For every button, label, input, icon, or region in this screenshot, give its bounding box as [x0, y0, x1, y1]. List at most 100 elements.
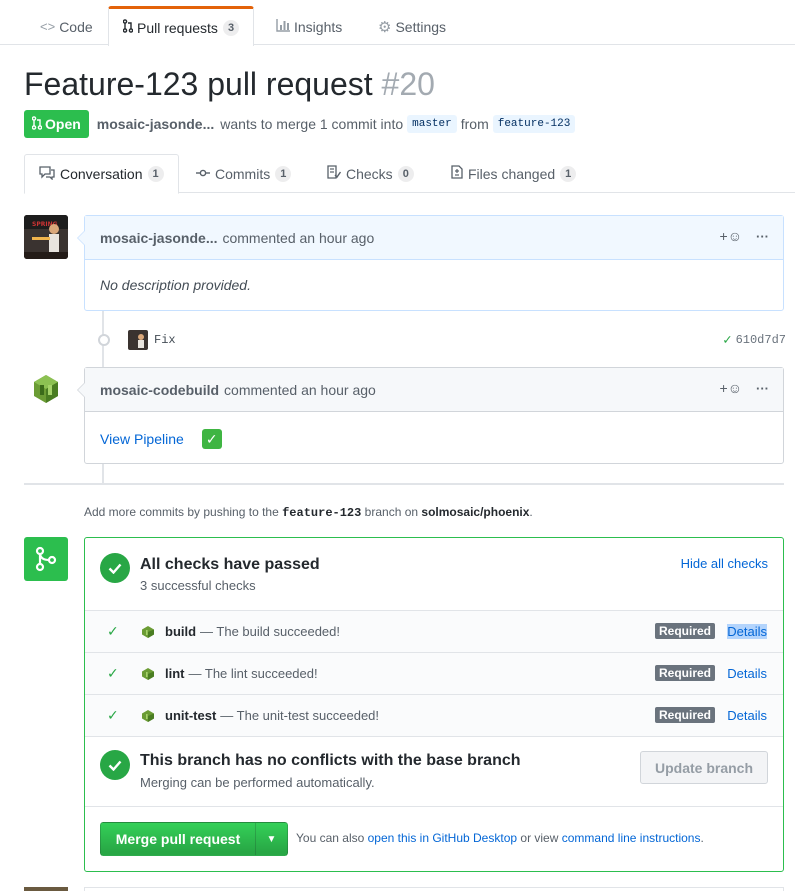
tab-insights[interactable]: Insights: [276, 8, 342, 45]
triangle-down-icon: ▼: [266, 833, 277, 845]
hint-text: .: [529, 505, 533, 519]
comment-actions: +☺ ···: [720, 380, 769, 396]
count-badge: 1: [560, 165, 577, 182]
comment-discussion-icon: [39, 165, 55, 183]
check-row: ✓ build — The build succeeded! Required …: [85, 610, 783, 652]
merge-pull-request-button[interactable]: Merge pull request: [100, 822, 255, 856]
pr-tab-nav: Conversation 1 Commits 1 Checks 0 Files …: [24, 154, 795, 194]
comment-author[interactable]: mosaic-jasonde...: [100, 230, 217, 246]
head-branch[interactable]: feature-123: [492, 115, 576, 133]
graph-icon: [276, 18, 290, 35]
check-row: ✓ unit-test — The unit-test succeeded! R…: [85, 694, 783, 736]
alt-text: You can also: [296, 831, 365, 845]
tab-label: Settings: [395, 18, 447, 35]
checks-title: All checks have passed: [140, 556, 320, 573]
tab-label: Insights: [294, 18, 343, 35]
comment-body: No description provided.: [100, 277, 251, 293]
comment-body: View Pipeline ✓: [85, 412, 783, 464]
add-reaction-icon[interactable]: +☺: [720, 228, 742, 244]
commit-row: Fix ✓ 610d7d7: [96, 328, 786, 352]
tab-label: Files changed: [468, 165, 556, 182]
commit-message[interactable]: Fix: [154, 333, 176, 347]
conflicts-title: This branch has no conflicts with the ba…: [140, 752, 521, 769]
push-hint: Add more commits by pushing to the featu…: [84, 505, 533, 520]
merge-text: wants to merge 1 commit into: [220, 116, 404, 132]
git-commit-icon: [98, 334, 110, 346]
codebuild-icon: [141, 625, 155, 639]
more-options-icon[interactable]: ···: [756, 381, 769, 396]
pr-number: #20: [381, 66, 435, 102]
update-branch-button[interactable]: Update branch: [640, 751, 768, 784]
git-merge-icon: [24, 537, 68, 581]
comment-box: mosaic-codebuild commented an hour ago +…: [77, 367, 784, 464]
sha-label: 610d7d7: [735, 333, 786, 347]
details-link[interactable]: Details: [727, 666, 767, 681]
status-badge: Open: [24, 110, 89, 138]
code-icon: <>: [40, 19, 56, 34]
tab-files-changed[interactable]: Files changed 1: [451, 154, 577, 193]
command-line-instructions-link[interactable]: command line instructions: [562, 831, 701, 845]
check-name: unit-test: [165, 708, 217, 723]
tab-code[interactable]: <> Code: [40, 8, 93, 45]
check-description: — The unit-test succeeded!: [220, 708, 380, 723]
comment-timestamp: commented an hour ago: [224, 381, 376, 398]
hide-checks-link[interactable]: Hide all checks: [681, 556, 768, 571]
codebuild-icon: [141, 709, 155, 723]
tab-settings[interactable]: ⚙ Settings: [378, 8, 446, 45]
pull-request-icon: [31, 115, 43, 133]
view-pipeline-link[interactable]: View Pipeline: [100, 431, 184, 447]
check-row: ✓ lint — The lint succeeded! Required De…: [85, 652, 783, 694]
check-description: — The lint succeeded!: [188, 666, 318, 681]
check-icon: ✓: [107, 623, 119, 639]
pr-title: Feature-123 pull request: [24, 66, 373, 102]
alternative-merge-text: You can also open this in GitHub Desktop…: [296, 831, 704, 845]
count-badge: 1: [147, 166, 164, 182]
merge-button-group: Merge pull request ▼: [100, 822, 288, 856]
tab-label: Checks: [346, 165, 393, 182]
check-mark-emoji: ✓: [201, 429, 222, 449]
comment-author[interactable]: mosaic-codebuild: [100, 382, 219, 398]
pr-count-badge: 3: [222, 19, 240, 36]
comment-header: mosaic-codebuild commented an hour ago +…: [85, 368, 783, 412]
merge-box: All checks have passed 3 successful chec…: [84, 537, 784, 872]
more-options-icon[interactable]: ···: [756, 229, 769, 244]
details-link[interactable]: Details: [727, 624, 767, 639]
check-icon: ✓: [723, 332, 732, 349]
codebuild-icon: [141, 667, 155, 681]
timeline-line: [102, 464, 104, 483]
check-circle-icon: [100, 553, 130, 583]
tab-conversation[interactable]: Conversation 1: [24, 154, 179, 194]
avatar[interactable]: SPRING: [24, 215, 68, 259]
commit-sha[interactable]: ✓ 610d7d7: [723, 332, 786, 349]
codebuild-avatar[interactable]: [24, 367, 68, 411]
open-github-desktop-link[interactable]: open this in GitHub Desktop: [368, 831, 517, 845]
git-commit-icon: [196, 166, 210, 181]
check-name: build: [165, 624, 197, 639]
check-name: lint: [165, 666, 185, 681]
checks-subtitle: 3 successful checks: [140, 578, 256, 593]
checklist-icon: [327, 165, 342, 182]
hint-repo: solmosaic/phoenix: [421, 505, 530, 519]
required-badge: Required: [654, 623, 715, 639]
details-link[interactable]: Details: [727, 708, 767, 723]
check-circle-icon: [100, 750, 130, 780]
tab-pull-requests[interactable]: Pull requests 3: [108, 6, 255, 46]
comment-box: mosaic-jasonde... commented an hour ago …: [77, 215, 784, 311]
add-reaction-icon[interactable]: +☺: [720, 380, 742, 396]
comment-box: [84, 887, 784, 891]
avatar[interactable]: [128, 330, 148, 350]
base-branch[interactable]: master: [407, 115, 457, 133]
hint-branch: feature-123: [282, 506, 362, 520]
merge-method-dropdown[interactable]: ▼: [255, 822, 288, 856]
tab-commits[interactable]: Commits 1: [196, 154, 292, 193]
comment-timestamp: commented an hour ago: [222, 229, 375, 246]
tab-checks[interactable]: Checks 0: [327, 154, 414, 193]
pull-request-icon: [122, 19, 134, 36]
avatar: [24, 887, 68, 891]
check-description: — The build succeeded!: [200, 624, 341, 639]
pr-author-link[interactable]: mosaic-jasonde...: [97, 116, 214, 132]
from-text: from: [460, 116, 489, 132]
page-title: Feature-123 pull request #20: [24, 66, 435, 103]
tab-label: Conversation: [60, 166, 143, 182]
hint-text: Add more commits by pushing to the: [84, 505, 279, 519]
